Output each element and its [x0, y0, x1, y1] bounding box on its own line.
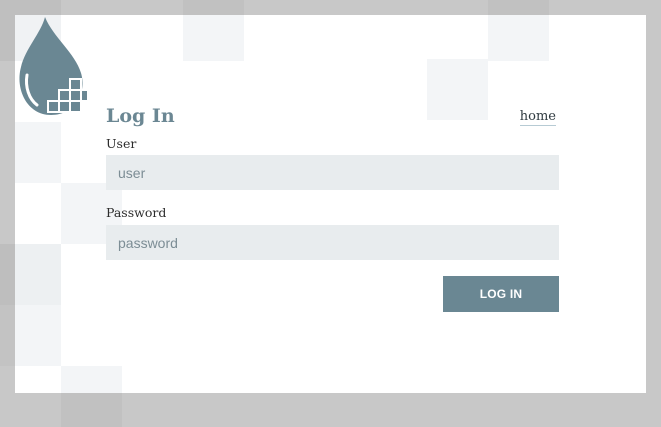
droplet-logo-icon [19, 17, 87, 115]
page-title: Log In [106, 105, 175, 127]
card-tile [183, 15, 244, 61]
card-tile [15, 244, 61, 305]
card-tile [61, 366, 122, 393]
password-label: Password [106, 205, 167, 220]
password-input[interactable] [106, 225, 559, 260]
user-label: User [106, 136, 137, 151]
home-link[interactable]: home [519, 109, 556, 126]
login-button[interactable]: LOG IN [443, 276, 559, 312]
user-input[interactable] [106, 155, 559, 190]
card-tile [15, 122, 61, 183]
card-tile [427, 59, 488, 120]
card-tile [15, 305, 61, 366]
card-tile [488, 15, 549, 61]
login-card: Log In home User Password LOG IN [15, 15, 646, 393]
